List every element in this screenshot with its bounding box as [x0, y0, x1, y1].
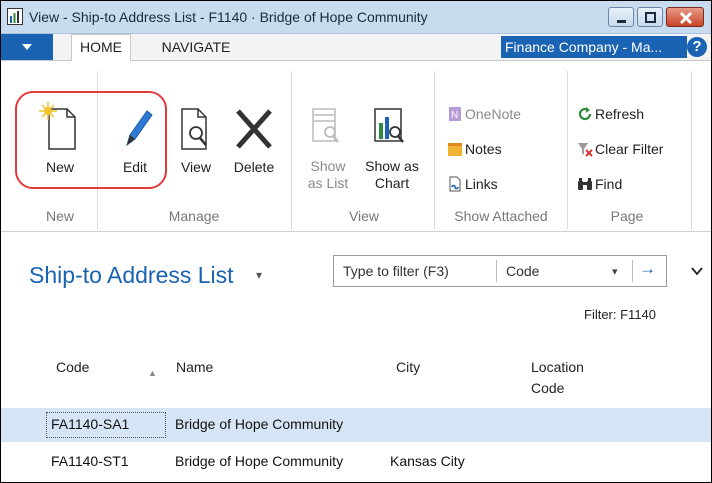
- filter-bar: Type to filter (F3) Code ▾ →: [333, 255, 667, 287]
- filter-divider: [632, 260, 633, 282]
- minimize-button[interactable]: [608, 7, 634, 27]
- show-as-list-label-1: Show: [310, 158, 346, 174]
- filter-divider: [496, 260, 497, 282]
- group-label-new: New: [45, 208, 74, 224]
- cell-city[interactable]: Kansas City: [390, 453, 465, 469]
- maximize-button[interactable]: [637, 7, 663, 27]
- view-document-icon: [181, 108, 207, 150]
- view-button[interactable]: View: [171, 101, 221, 181]
- cell-name[interactable]: Bridge of Hope Community: [175, 453, 343, 469]
- list-icon: [312, 108, 339, 143]
- group-label-page: Page: [610, 208, 644, 224]
- application-menu-button[interactable]: [1, 34, 53, 60]
- links-icon: [449, 176, 461, 192]
- delete-button-label: Delete: [233, 159, 275, 175]
- group-label-manage: Manage: [168, 208, 220, 224]
- sort-ascending-icon: ▲: [148, 368, 157, 378]
- title-bar[interactable]: View - Ship-to Address List - F1140 · Br…: [1, 1, 711, 34]
- filter-status: Filter: F1140: [584, 307, 657, 322]
- view-button-label: View: [180, 159, 212, 175]
- clear-filter-button[interactable]: Clear Filter: [577, 138, 687, 160]
- chevron-down-icon: [22, 44, 32, 50]
- cell-code[interactable]: FA1140-ST1: [51, 453, 129, 469]
- refresh-label: Refresh: [595, 106, 645, 122]
- ribbon-separator: [291, 71, 292, 229]
- onenote-label: OneNote: [465, 106, 522, 122]
- show-as-list-button[interactable]: Show as List: [299, 101, 357, 191]
- onenote-button[interactable]: N OneNote: [447, 103, 547, 125]
- filter-field-select[interactable]: Code: [506, 263, 539, 279]
- column-header-code[interactable]: Code: [56, 357, 89, 378]
- chart-icon: [374, 108, 404, 143]
- close-icon: [679, 11, 693, 25]
- table-row[interactable]: FA1140-SA1 Bridge of Hope Community: [1, 408, 711, 442]
- clear-filter-icon: [578, 143, 593, 157]
- ribbon-separator: [434, 71, 435, 229]
- onenote-icon: N: [449, 107, 461, 121]
- group-label-show-attached: Show Attached: [454, 208, 548, 224]
- apply-filter-arrow-icon[interactable]: →: [639, 259, 656, 279]
- close-button[interactable]: [666, 7, 704, 27]
- refresh-icon: [578, 107, 592, 121]
- column-header-location-code-2[interactable]: Code: [531, 378, 564, 399]
- delete-button[interactable]: Delete: [227, 101, 281, 181]
- filter-input[interactable]: Type to filter (F3): [343, 263, 449, 279]
- maximize-icon: [645, 12, 656, 23]
- svg-text:N: N: [451, 110, 458, 121]
- company-selector[interactable]: Finance Company - Ma...: [501, 36, 687, 58]
- find-label: Find: [595, 176, 623, 192]
- ribbon-tab-row: HOME NAVIGATE Finance Company - Ma... ?: [1, 34, 711, 61]
- ribbon-separator: [691, 71, 692, 229]
- ribbon-separator: [567, 71, 568, 229]
- column-header-location-code-1[interactable]: Location: [531, 357, 584, 378]
- table-row[interactable]: FA1140-ST1 Bridge of Hope Community Kans…: [1, 445, 711, 479]
- find-button[interactable]: Find: [577, 173, 687, 195]
- links-label: Links: [465, 176, 498, 192]
- binoculars-icon: [578, 178, 592, 190]
- minimize-icon: [617, 20, 626, 23]
- links-button[interactable]: Links: [447, 173, 547, 195]
- notes-label: Notes: [465, 141, 502, 157]
- notes-icon: [448, 143, 462, 156]
- cell-name[interactable]: Bridge of Hope Community: [175, 416, 343, 432]
- window-title: View - Ship-to Address List - F1140 · Br…: [29, 9, 428, 25]
- column-header-name[interactable]: Name: [176, 357, 213, 378]
- chevron-down-icon[interactable]: ▾: [612, 265, 618, 278]
- page-title[interactable]: Ship-to Address List: [29, 262, 234, 289]
- collapse-chevron-icon[interactable]: [691, 263, 703, 279]
- show-as-chart-button[interactable]: Show as Chart: [361, 101, 423, 191]
- help-icon[interactable]: ?: [687, 37, 707, 57]
- delete-x-icon: [236, 109, 272, 149]
- window: View - Ship-to Address List - F1140 · Br…: [0, 0, 712, 483]
- tab-home[interactable]: HOME: [71, 34, 131, 61]
- refresh-button[interactable]: Refresh: [577, 103, 687, 125]
- column-header-city[interactable]: City: [396, 357, 420, 378]
- clear-filter-label: Clear Filter: [595, 141, 664, 157]
- page-title-dropdown-icon[interactable]: ▾: [256, 268, 262, 282]
- show-as-list-label-2: as List: [307, 175, 349, 191]
- cell-code[interactable]: FA1140-SA1: [51, 416, 129, 432]
- app-icon: [7, 8, 23, 25]
- show-as-chart-label-2: Chart: [374, 175, 410, 191]
- notes-button[interactable]: Notes: [447, 138, 547, 160]
- group-label-view: View: [348, 208, 380, 224]
- show-as-chart-label-1: Show as: [365, 158, 419, 174]
- annotation-highlight-ring: [15, 91, 167, 189]
- tab-navigate[interactable]: NAVIGATE: [151, 34, 241, 60]
